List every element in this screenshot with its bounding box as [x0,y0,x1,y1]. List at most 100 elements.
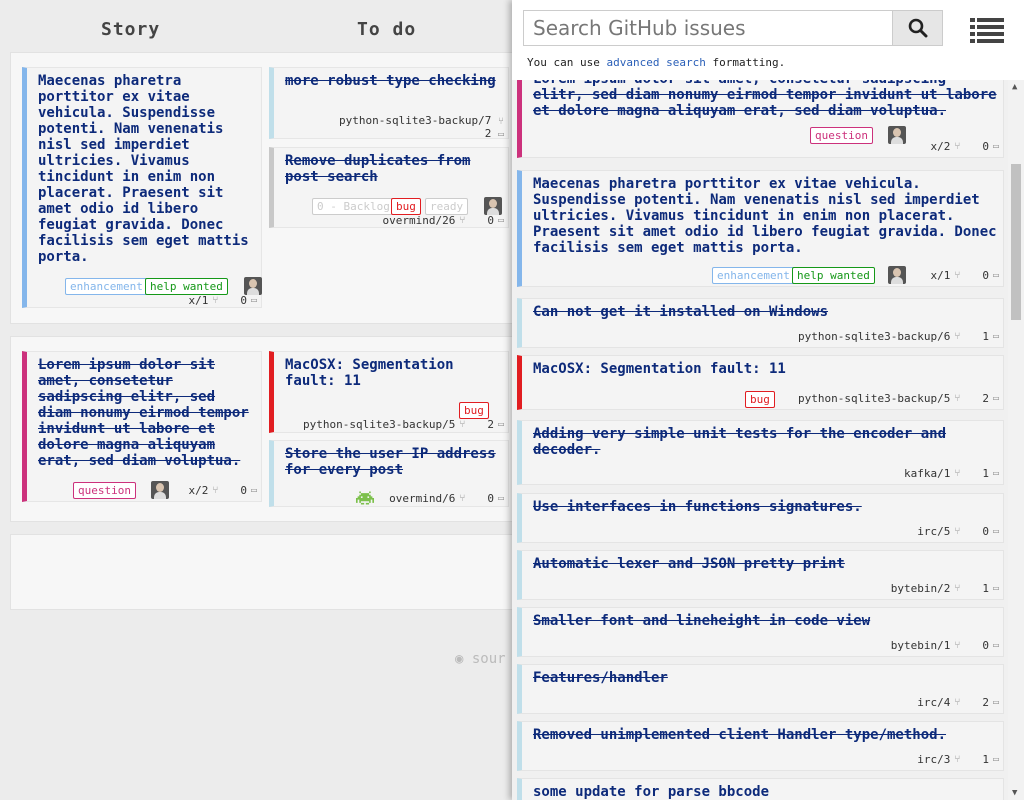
comment-count: 0 [982,140,989,153]
result-title[interactable]: Smaller font and lineheight in code view [522,608,1003,629]
label-bug: bug [459,402,489,419]
issue-card[interactable]: MacOSX: Segmentation fault: 11 bug pytho… [269,351,509,433]
pull-request-icon: ⑂ [459,215,466,226]
issue-ref[interactable]: bytebin/2 [891,582,951,595]
issue-ref[interactable]: irc/3 [917,753,950,766]
issue-ref[interactable]: x/1 [930,269,950,282]
issue-ref[interactable]: x/1 [188,294,208,307]
issue-title[interactable]: Lorem ipsum dolor sit amet, consetetur s… [27,352,261,469]
issue-title[interactable]: MacOSX: Segmentation fault: 11 [274,352,508,389]
comment-count: 0 [487,492,494,505]
issue-ref[interactable]: x/2 [930,140,950,153]
result-meta: python-sqlite3-backup/5 ⑂ 2 ▭ [798,392,999,405]
comment-count: 0 [982,639,989,652]
pull-request-icon: ⑂ [954,526,961,537]
result-item[interactable]: Use interfaces in functions signatures. … [517,493,1004,543]
issue-ref[interactable]: python-sqlite3-backup/6 [798,330,950,343]
result-item[interactable]: MacOSX: Segmentation fault: 11 bug pytho… [517,355,1004,410]
result-title[interactable]: MacOSX: Segmentation fault: 11 [522,356,1003,377]
result-title[interactable]: Adding very simple unit tests for the en… [522,421,1003,458]
search-results[interactable]: Lorem ipsum dolor sit amet, consetetur s… [512,80,1008,800]
results-scrollbar[interactable]: ▲ ▼ [1008,80,1024,800]
issue-ref[interactable]: bytebin/1 [891,639,951,652]
result-title[interactable]: Automatic lexer and JSON pretty print [522,551,1003,572]
avatar-icon[interactable] [151,481,169,499]
comment-count: 0 [487,214,494,227]
comment-icon: ▭ [992,468,999,479]
search-button[interactable] [892,10,943,46]
result-item[interactable]: Features/handler irc/4 ⑂ 2 ▭ [517,664,1004,714]
issue-ref[interactable]: python-sqlite3-backup/5 [303,418,455,431]
column-header-todo: To do [357,19,417,40]
pull-request-icon: ⑂ [212,485,219,496]
advanced-search-link[interactable]: advanced search [606,56,705,69]
result-title[interactable]: some update for parse bbcode [522,779,1003,800]
scroll-thumb[interactable] [1011,164,1021,320]
issue-meta: overmind/6 ⑂ 0 ▭ [389,492,504,505]
result-title[interactable]: Lorem ipsum dolor sit amet, consetetur s… [522,80,1003,119]
avatar-icon[interactable] [888,266,906,284]
scroll-down-arrow[interactable]: ▼ [1012,788,1017,798]
comment-icon: ▭ [497,419,504,430]
result-item[interactable]: Smaller font and lineheight in code view… [517,607,1004,657]
issue-ref[interactable]: kafka/1 [904,467,950,480]
invader-icon[interactable] [356,489,374,507]
issue-ref[interactable]: python-sqlite3-backup/5 [798,392,950,405]
result-item[interactable]: some update for parse bbcode [517,778,1004,800]
label-ready: ready [425,198,469,215]
issue-meta: python-sqlite3-backup/5 ⑂ 2 ▭ [303,418,504,431]
avatar-icon[interactable] [484,197,502,215]
issue-ref[interactable]: overmind/6 [389,492,455,505]
source-link[interactable]: ◉ sour [455,651,506,667]
issue-title[interactable]: Maecenas pharetra porttitor ex vitae veh… [27,68,261,265]
result-item[interactable]: Removed unimplemented client Handler typ… [517,721,1004,771]
comment-icon: ▭ [992,526,999,537]
comment-count: 0 [982,525,989,538]
pull-request-icon: ⑂ [954,270,961,281]
pull-request-icon: ⑂ [954,141,961,152]
result-title[interactable]: Removed unimplemented client Handler typ… [522,722,1003,743]
result-title[interactable]: Use interfaces in functions signatures. [522,494,1003,515]
comment-count: 1 [982,467,989,480]
comment-count: 1 [982,582,989,595]
issue-card[interactable]: more robust type checking python-sqlite3… [269,67,509,140]
issue-card[interactable]: Maecenas pharetra porttitor ex vitae veh… [22,67,262,308]
issue-title[interactable]: Remove duplicates from post search [274,148,508,185]
comment-count: 0 [240,294,247,307]
issue-ref[interactable]: irc/4 [917,696,950,709]
result-meta: irc/4 ⑂ 2 ▭ [917,696,999,709]
comment-count: 1 [982,753,989,766]
avatar-icon[interactable] [244,277,262,295]
search-input[interactable] [523,10,893,46]
pull-request-icon: ⑂ [459,493,466,504]
label-bug: bug [391,198,421,215]
comment-icon: ▭ [497,215,504,226]
comment-icon: ▭ [497,129,504,140]
result-item[interactable]: Maecenas pharetra porttitor ex vitae veh… [517,170,1004,287]
issue-ref[interactable]: overmind/26 [382,214,455,227]
result-item[interactable]: Adding very simple unit tests for the en… [517,420,1004,485]
scroll-up-arrow[interactable]: ▲ [1012,82,1017,92]
issue-card[interactable]: Store the user IP address for every post… [269,440,509,507]
result-title[interactable]: Maecenas pharetra porttitor ex vitae veh… [522,171,1003,256]
label-enhancement: enhancement [65,278,148,295]
result-title[interactable]: Can not get it installed on Windows [522,299,1003,320]
issue-ref[interactable]: irc/5 [917,525,950,538]
comment-count: 2 [487,418,494,431]
issue-card[interactable]: Remove duplicates from post search 0 - B… [269,147,509,228]
list-icon[interactable] [970,16,1004,46]
comment-icon: ▭ [992,583,999,594]
issue-card[interactable]: Lorem ipsum dolor sit amet, consetetur s… [22,351,262,502]
result-title[interactable]: Features/handler [522,665,1003,686]
issue-title[interactable]: Store the user IP address for every post [274,441,508,478]
avatar-icon[interactable] [888,126,906,144]
result-item[interactable]: Lorem ipsum dolor sit amet, consetetur s… [517,80,1004,158]
issue-title[interactable]: more robust type checking [274,68,508,89]
result-item[interactable]: Automatic lexer and JSON pretty print by… [517,550,1004,600]
issue-ref[interactable]: python-sqlite3-backup/7 [339,114,491,127]
issue-ref[interactable]: x/2 [188,484,208,497]
result-item[interactable]: Can not get it installed on Windows pyth… [517,298,1004,348]
comment-icon: ▭ [992,640,999,651]
result-meta: python-sqlite3-backup/6 ⑂ 1 ▭ [798,330,999,343]
comment-count: 2 [982,392,989,405]
